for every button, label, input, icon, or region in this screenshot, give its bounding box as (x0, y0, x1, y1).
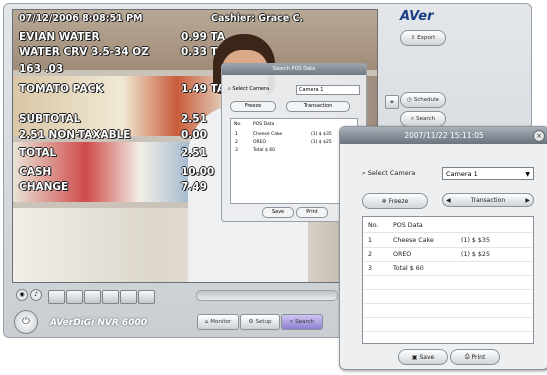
osd-line-left: 2.51 NON-TAXABLE (19, 129, 131, 141)
search-side-button[interactable]: ⌕ Search (400, 111, 446, 127)
table-row-no: 2 (235, 140, 238, 145)
table-row-qty: (1) $ $35 (461, 237, 490, 244)
export-icon: ⇪ (410, 35, 416, 41)
prev-icon[interactable]: ◀ (446, 197, 451, 204)
product-brand: AVerDiGi NVR 6000 (50, 318, 147, 328)
table-row-item: Total $ 60 (393, 265, 424, 272)
camera-icon: ⌕ (228, 86, 231, 92)
osd-datetime: 07/12/2006 8:08:51 PM (19, 13, 143, 24)
layout-full-button[interactable] (138, 290, 155, 304)
table-row-no: 1 (368, 237, 373, 244)
table-row-item: Cheese Cake (393, 237, 434, 244)
camera-icon[interactable]: ⌖ (385, 95, 399, 109)
setup-icon: ⚙ (248, 319, 254, 325)
transaction-nav[interactable]: ◀ Transaction ▶ (442, 193, 534, 207)
select-camera-label: ⌕ Select Camera (228, 86, 270, 92)
chevron-down-icon: ▼ (525, 171, 530, 178)
aver-logo: AVer (400, 9, 434, 24)
osd-line-left: SUBTOTAL (19, 113, 81, 125)
table-row-no: 3 (368, 265, 373, 272)
pos-table: No. POS Data 1 Cheese Cake (1) $ $35 2 O… (362, 216, 534, 344)
freeze-icon: ❄ (381, 197, 387, 205)
osd-line-right: 10.00 (181, 166, 215, 178)
table-row-qty: (1) $ $25 (311, 140, 332, 145)
print-button[interactable]: Print (296, 207, 328, 218)
status-bar (196, 290, 338, 301)
osd-line-left: TOMATO PACK (19, 83, 104, 95)
osd-cashier: Cashier: Grace C. (211, 13, 304, 24)
camera-select[interactable]: Camera 1 (296, 85, 360, 95)
freeze-button[interactable]: Freeze (230, 101, 276, 112)
table-row-no: 3 (235, 148, 238, 153)
select-camera-label: ⌕ Select Camera (362, 169, 416, 177)
osd-line-right: 2.51 (181, 113, 207, 125)
column-no: No. (368, 222, 379, 229)
table-row-item: Cheese Cake (253, 132, 283, 137)
table-row-item: OREO (393, 251, 412, 258)
print-button[interactable]: ⎙ Print (450, 349, 500, 365)
transaction-nav[interactable]: Transaction (286, 101, 350, 112)
table-row-item: Total $ 60 (253, 148, 275, 153)
print-icon: ⎙ (464, 353, 470, 360)
snapshot-icon[interactable]: ◉ (16, 289, 28, 301)
power-icon[interactable]: ⏻ (14, 310, 38, 334)
tab-search[interactable]: ⌕ Search (281, 314, 323, 330)
camera-select[interactable]: Camera 1 ▼ (442, 167, 534, 180)
column-pos-data: POS Data (393, 222, 423, 229)
dialog-title: Search POS Data (222, 64, 366, 75)
column-pos-data: POS Data (253, 122, 275, 127)
save-button[interactable]: ▣ Save (398, 349, 448, 365)
column-no: No. (234, 122, 242, 127)
osd-line-right: 2.51 (181, 147, 207, 159)
search-icon: ⌕ (290, 318, 294, 325)
osd-line-left: WATER CRV 3.5-34 OZ (19, 46, 149, 58)
freeze-button[interactable]: ❄ Freeze (362, 193, 428, 209)
pos-data-dialog: 2007/11/22 15:11:05 × ⌕ Select Camera Ca… (339, 126, 547, 370)
audio-icon[interactable]: ♪ (30, 289, 42, 301)
monitor-icon: ⌂ (204, 319, 209, 325)
table-row-qty: (1) $ $25 (461, 251, 490, 258)
tab-setup[interactable]: ⚙ Setup (240, 314, 280, 330)
osd-line-left: 163 .03 (19, 63, 64, 75)
export-button[interactable]: ⇪ Export (400, 30, 446, 46)
schedule-icon: ◷ (406, 97, 412, 103)
osd-line-left: CHANGE (19, 181, 69, 193)
osd-line-left: CASH (19, 166, 52, 178)
table-row-no: 1 (235, 132, 238, 137)
layout-13-button[interactable] (102, 290, 119, 304)
table-row-qty: (1) $ $35 (311, 132, 332, 137)
camera-search-icon: ⌕ (362, 169, 366, 177)
save-button[interactable]: Save (262, 207, 294, 218)
osd-line-right: 7.49 (181, 181, 207, 193)
dialog-title: 2007/11/22 15:11:05 (340, 127, 547, 144)
tab-monitor[interactable]: ⌂ Monitor (197, 314, 239, 330)
table-row-no: 2 (368, 251, 373, 258)
osd-line-right: 0.33 T (181, 46, 218, 58)
save-icon: ▣ (411, 353, 418, 361)
layout-4-button[interactable] (66, 290, 83, 304)
osd-line-left: TOTAL (19, 147, 57, 159)
table-row-item: OREO (253, 140, 267, 145)
osd-line-right: 0.99 TA (181, 31, 226, 43)
layout-16-button[interactable] (120, 290, 137, 304)
layout-9-button[interactable] (84, 290, 101, 304)
next-icon[interactable]: ▶ (525, 197, 530, 204)
search-icon: ⌕ (411, 115, 415, 122)
osd-line-right: 1.49 TA (181, 83, 226, 95)
close-icon[interactable]: × (533, 130, 545, 142)
osd-line-left: EVIAN WATER (19, 31, 100, 43)
layout-1-button[interactable] (48, 290, 65, 304)
osd-line-right: 0.00 (181, 129, 207, 141)
schedule-button[interactable]: ◷ Schedule (400, 92, 446, 108)
